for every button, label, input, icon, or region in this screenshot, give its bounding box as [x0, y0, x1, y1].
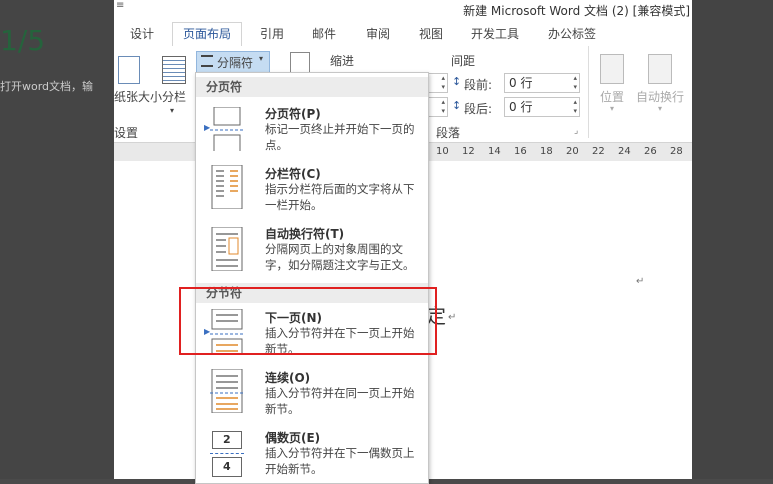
menu-item-text-wrapping-break[interactable]: 自动换行符(T) 分隔网页上的对象周围的文字，如分隔题注文字与正文。 — [196, 221, 428, 281]
space-before-icon: ↕ — [452, 75, 462, 88]
menu-item-page-break[interactable]: ▶ 分页符(P) 标记一页终止并开始下一页的点。 — [196, 101, 428, 159]
tab-design[interactable]: 设计 — [130, 24, 154, 44]
ruler-tick: 16 — [514, 146, 527, 157]
columns-button[interactable]: 分栏 ▾ — [158, 54, 194, 115]
position-label: 位置 — [600, 90, 625, 104]
spacing-label: 间距 — [451, 54, 476, 68]
tab-references[interactable]: 引用 — [260, 24, 284, 44]
menu-item-title: 自动换行符(T) — [265, 227, 345, 241]
breaks-dropdown-icon: ▾ — [259, 54, 264, 63]
ruler-tick: 12 — [462, 146, 475, 157]
menu-item-description: 插入分节符并在下一偶数页上开始新节。 — [265, 446, 415, 476]
group-divider — [588, 46, 589, 138]
space-before-spinner-icon[interactable]: ▴ ▾ — [573, 74, 577, 92]
breaks-label: 分隔符 — [217, 56, 254, 70]
even-page-break-icon: 2 4 — [210, 431, 244, 479]
text-wrapping-break-icon — [211, 227, 243, 271]
columns-dropdown-icon: ▾ — [170, 106, 175, 115]
menu-item-title: 分页符(P) — [265, 107, 321, 121]
paragraph-dialog-launcher-icon[interactable]: ⌟ — [574, 126, 578, 136]
position-icon — [600, 54, 624, 84]
indent-right-field[interactable]: ▴ ▾ — [428, 97, 448, 117]
ruler-tick: 26 — [644, 146, 657, 157]
wrap-dropdown-icon: ▾ — [658, 104, 663, 113]
page-setup-group-label: 设置 — [114, 126, 139, 140]
highlight-annotation-box — [179, 287, 437, 355]
menu-item-description: 指示分栏符后面的文字将从下一栏开始。 — [265, 182, 415, 212]
tab-mailings[interactable]: 邮件 — [312, 24, 336, 44]
tab-review[interactable]: 审阅 — [366, 24, 390, 44]
space-before-field[interactable]: 0 行 ▴ ▾ — [504, 73, 580, 93]
menu-item-title: 分栏符(C) — [265, 167, 321, 181]
position-button[interactable]: 位置 ▾ — [594, 52, 634, 124]
ruler-tick: 24 — [618, 146, 631, 157]
tab-developer[interactable]: 开发工具 — [471, 24, 519, 44]
column-break-icon — [211, 165, 243, 209]
breaks-icon — [201, 55, 213, 67]
size-button[interactable]: 纸张大小 — [114, 54, 162, 114]
hint-text: 打开word文档，输 — [0, 80, 94, 93]
menu-item-title: 偶数页(E) — [265, 431, 321, 445]
left-backdrop: 1/5 打开word文档，输 — [0, 0, 114, 479]
columns-icon — [162, 56, 186, 84]
space-after-icon: ↕ — [452, 99, 462, 112]
wrap-text-icon — [648, 54, 672, 84]
right-backdrop — [692, 0, 773, 479]
paragraph-group-label: 段落 — [436, 126, 461, 140]
ruler-tick: 28 — [670, 146, 683, 157]
columns-label: 分栏 — [162, 90, 187, 104]
wrap-text-label: 自动换行 — [636, 90, 685, 104]
menu-item-description: 插入分节符并在同一页上开始新节。 — [265, 386, 415, 416]
ruler-tick: 20 — [566, 146, 579, 157]
paragraph-mark: ↵ — [636, 276, 645, 287]
space-after-spinner-icon[interactable]: ▴ ▾ — [573, 98, 577, 116]
menu-item-description: 分隔网页上的对象周围的文字，如分隔题注文字与正文。 — [265, 242, 415, 272]
paper-size-icon — [118, 56, 140, 84]
size-label: 纸张大小 — [114, 90, 163, 104]
space-after-field[interactable]: 0 行 ▴ ▾ — [504, 97, 580, 117]
continuous-break-icon — [210, 369, 244, 413]
indent-label: 缩进 — [330, 54, 355, 68]
menu-item-continuous[interactable]: 连续(O) 插入分节符并在同一页上开始新节。 — [196, 365, 428, 423]
even-icon-number: 4 — [223, 460, 231, 473]
menu-item-description: 标记一页终止并开始下一页的点。 — [265, 122, 415, 152]
tab-page-layout[interactable]: 页面布局 — [172, 22, 243, 47]
window-title: 新建 Microsoft Word 文档 (2) [兼容模式] — [463, 4, 690, 18]
menu-section-page-breaks: 分页符 — [196, 77, 428, 97]
even-icon-number: 2 — [223, 433, 231, 446]
indent-left-field[interactable]: ▴ ▾ — [428, 73, 448, 93]
step-counter: 1/5 — [0, 24, 46, 57]
ribbon-tabs: 设计 页面布局 引用 邮件 审阅 视图 开发工具 办公标签 — [114, 20, 692, 47]
menu-item-even-page[interactable]: 2 4 偶数页(E) 插入分节符并在下一偶数页上开始新节。 — [196, 425, 428, 483]
page-break-icon — [210, 107, 244, 151]
paragraph-mark: ↵ — [448, 312, 457, 323]
tab-view[interactable]: 视图 — [419, 24, 443, 44]
space-before-label: 段前: — [464, 78, 493, 92]
breaks-button[interactable]: 分隔符 ▾ — [196, 51, 270, 73]
quick-access-icon[interactable]: ≡ — [116, 0, 124, 11]
space-after-label: 段后: — [464, 102, 493, 116]
ruler-tick: 10 — [436, 146, 449, 157]
space-before-value: 0 行 — [509, 76, 533, 90]
menu-item-title: 连续(O) — [265, 371, 311, 385]
position-dropdown-icon: ▾ — [610, 104, 615, 113]
ruler-tick: 22 — [592, 146, 605, 157]
wrap-text-button[interactable]: 自动换行 ▾ — [634, 52, 692, 124]
tab-office-tab[interactable]: 办公标签 — [548, 24, 596, 44]
title-bar: ≡ 新建 Microsoft Word 文档 (2) [兼容模式] — [114, 0, 692, 20]
menu-item-column-break[interactable]: 分栏符(C) 指示分栏符后面的文字将从下一栏开始。 — [196, 161, 428, 219]
breaks-dropdown-menu: 分页符 ▶ 分页符(P) 标记一页终止并开始下一页的点。 分栏符(C) 指示分栏… — [195, 72, 429, 484]
space-after-value: 0 行 — [509, 100, 533, 114]
ruler-tick: 14 — [488, 146, 501, 157]
ruler-tick: 18 — [540, 146, 553, 157]
